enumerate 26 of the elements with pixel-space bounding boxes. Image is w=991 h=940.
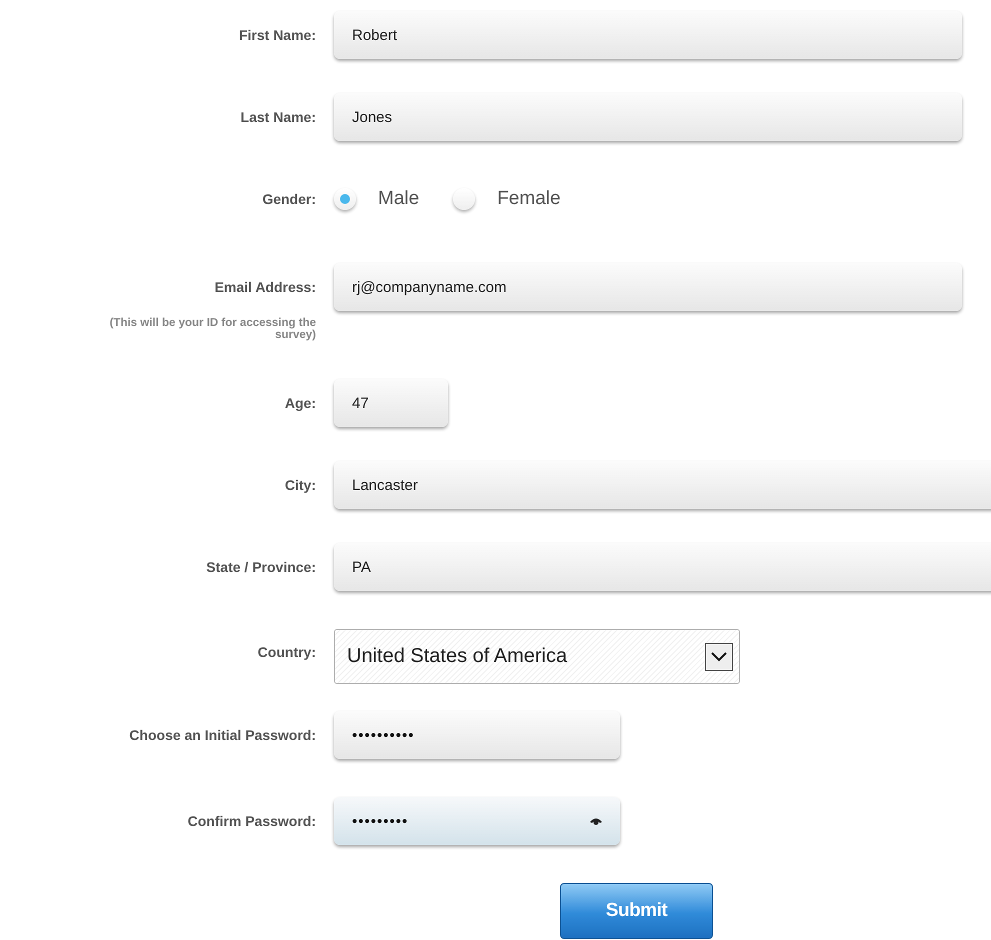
radio-button[interactable]: [453, 188, 476, 210]
field-label: Choose an Initial Password:: [129, 727, 316, 743]
field-label: Confirm Password:: [188, 813, 316, 829]
password-field[interactable]: ••••••••••: [334, 711, 620, 759]
text-field[interactable]: Robert: [334, 11, 962, 59]
field-label: Age:: [284, 395, 316, 411]
field-label: Last Name:: [240, 109, 316, 125]
text-field[interactable]: 47: [334, 379, 448, 427]
radio-button[interactable]: [334, 188, 356, 210]
country-dropdown[interactable]: United States of America: [334, 629, 740, 684]
field-label: Email Address:: [214, 279, 316, 295]
field-label: First Name:: [238, 27, 316, 43]
text-field[interactable]: Lancaster: [334, 461, 991, 509]
chevron-down-icon[interactable]: [705, 642, 733, 670]
field-label: Gender:: [262, 191, 316, 207]
text-field[interactable]: Jones: [334, 93, 962, 141]
field-label: City:: [284, 477, 316, 493]
radio-option[interactable]: Female: [453, 188, 561, 210]
field-label: State / Province:: [206, 559, 316, 575]
field-note: (This will be your ID for accessing the survey): [108, 317, 316, 341]
eye-icon[interactable]: [590, 817, 602, 825]
radio-option[interactable]: Male: [334, 188, 420, 210]
text-field[interactable]: PA: [334, 543, 991, 591]
text-field[interactable]: rj@companyname.com: [334, 263, 962, 311]
password-field[interactable]: •••••••••: [334, 797, 620, 845]
field-label: Country:: [258, 644, 316, 660]
